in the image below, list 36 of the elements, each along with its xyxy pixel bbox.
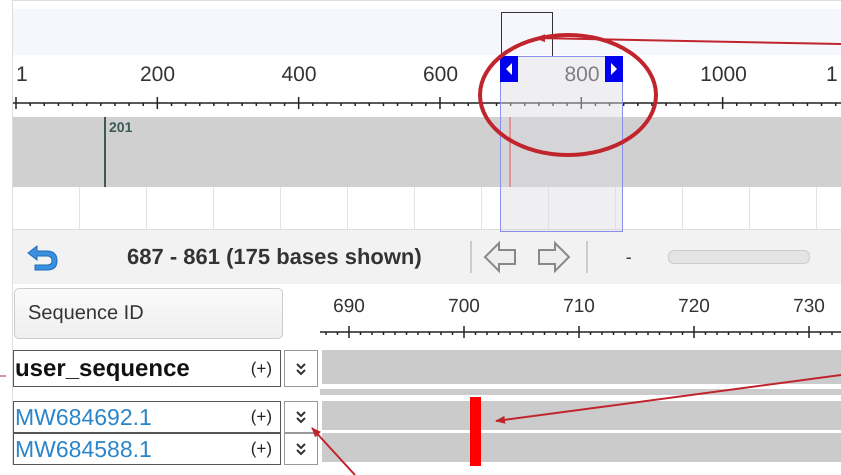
expand-toggle[interactable]: (+) [250, 439, 272, 459]
ruler-label: 1000 [700, 63, 747, 87]
hit-line [509, 117, 511, 187]
sequence-name: user_sequence [15, 354, 190, 382]
expand-toggle[interactable]: (+) [250, 407, 272, 427]
left-arrow-icon[interactable] [482, 239, 518, 275]
expand-button[interactable] [284, 350, 318, 387]
double-chevron-icon [295, 410, 307, 424]
range-label: 687 - 861 (175 bases shown) [127, 244, 422, 270]
ruler-label: 400 [281, 63, 317, 87]
ruler-label: 720 [678, 296, 710, 318]
ruler-label: 1 [826, 63, 838, 87]
right-handle[interactable] [605, 56, 623, 82]
double-chevron-icon [295, 362, 307, 376]
ruler-label: 600 [422, 63, 458, 87]
zoom-out-button[interactable]: - [626, 246, 632, 268]
marker-label: 201 [109, 119, 132, 135]
expand-toggle[interactable]: (+) [250, 358, 272, 378]
ruler-label: 1 [16, 63, 28, 87]
sequence-link[interactable]: MW684692.1 [15, 404, 152, 430]
marker-line [104, 117, 106, 187]
ruler-label: 700 [448, 296, 480, 318]
expand-button[interactable] [284, 401, 318, 433]
ruler-label: 710 [563, 296, 595, 318]
sequence-id-header[interactable]: Sequence ID [14, 288, 283, 339]
right-arrow-icon[interactable] [536, 239, 572, 275]
undo-icon[interactable] [25, 242, 59, 272]
sequence-link[interactable]: MW684588.1 [15, 436, 152, 462]
ruler-label: 730 [793, 296, 825, 318]
ruler-label: 800 [564, 63, 600, 87]
expand-button[interactable] [284, 433, 318, 465]
left-handle[interactable] [500, 56, 518, 82]
selection-window[interactable] [500, 56, 623, 232]
ruler-label: 200 [140, 63, 176, 87]
ruler-label: 690 [333, 296, 365, 318]
double-chevron-icon [295, 442, 307, 456]
